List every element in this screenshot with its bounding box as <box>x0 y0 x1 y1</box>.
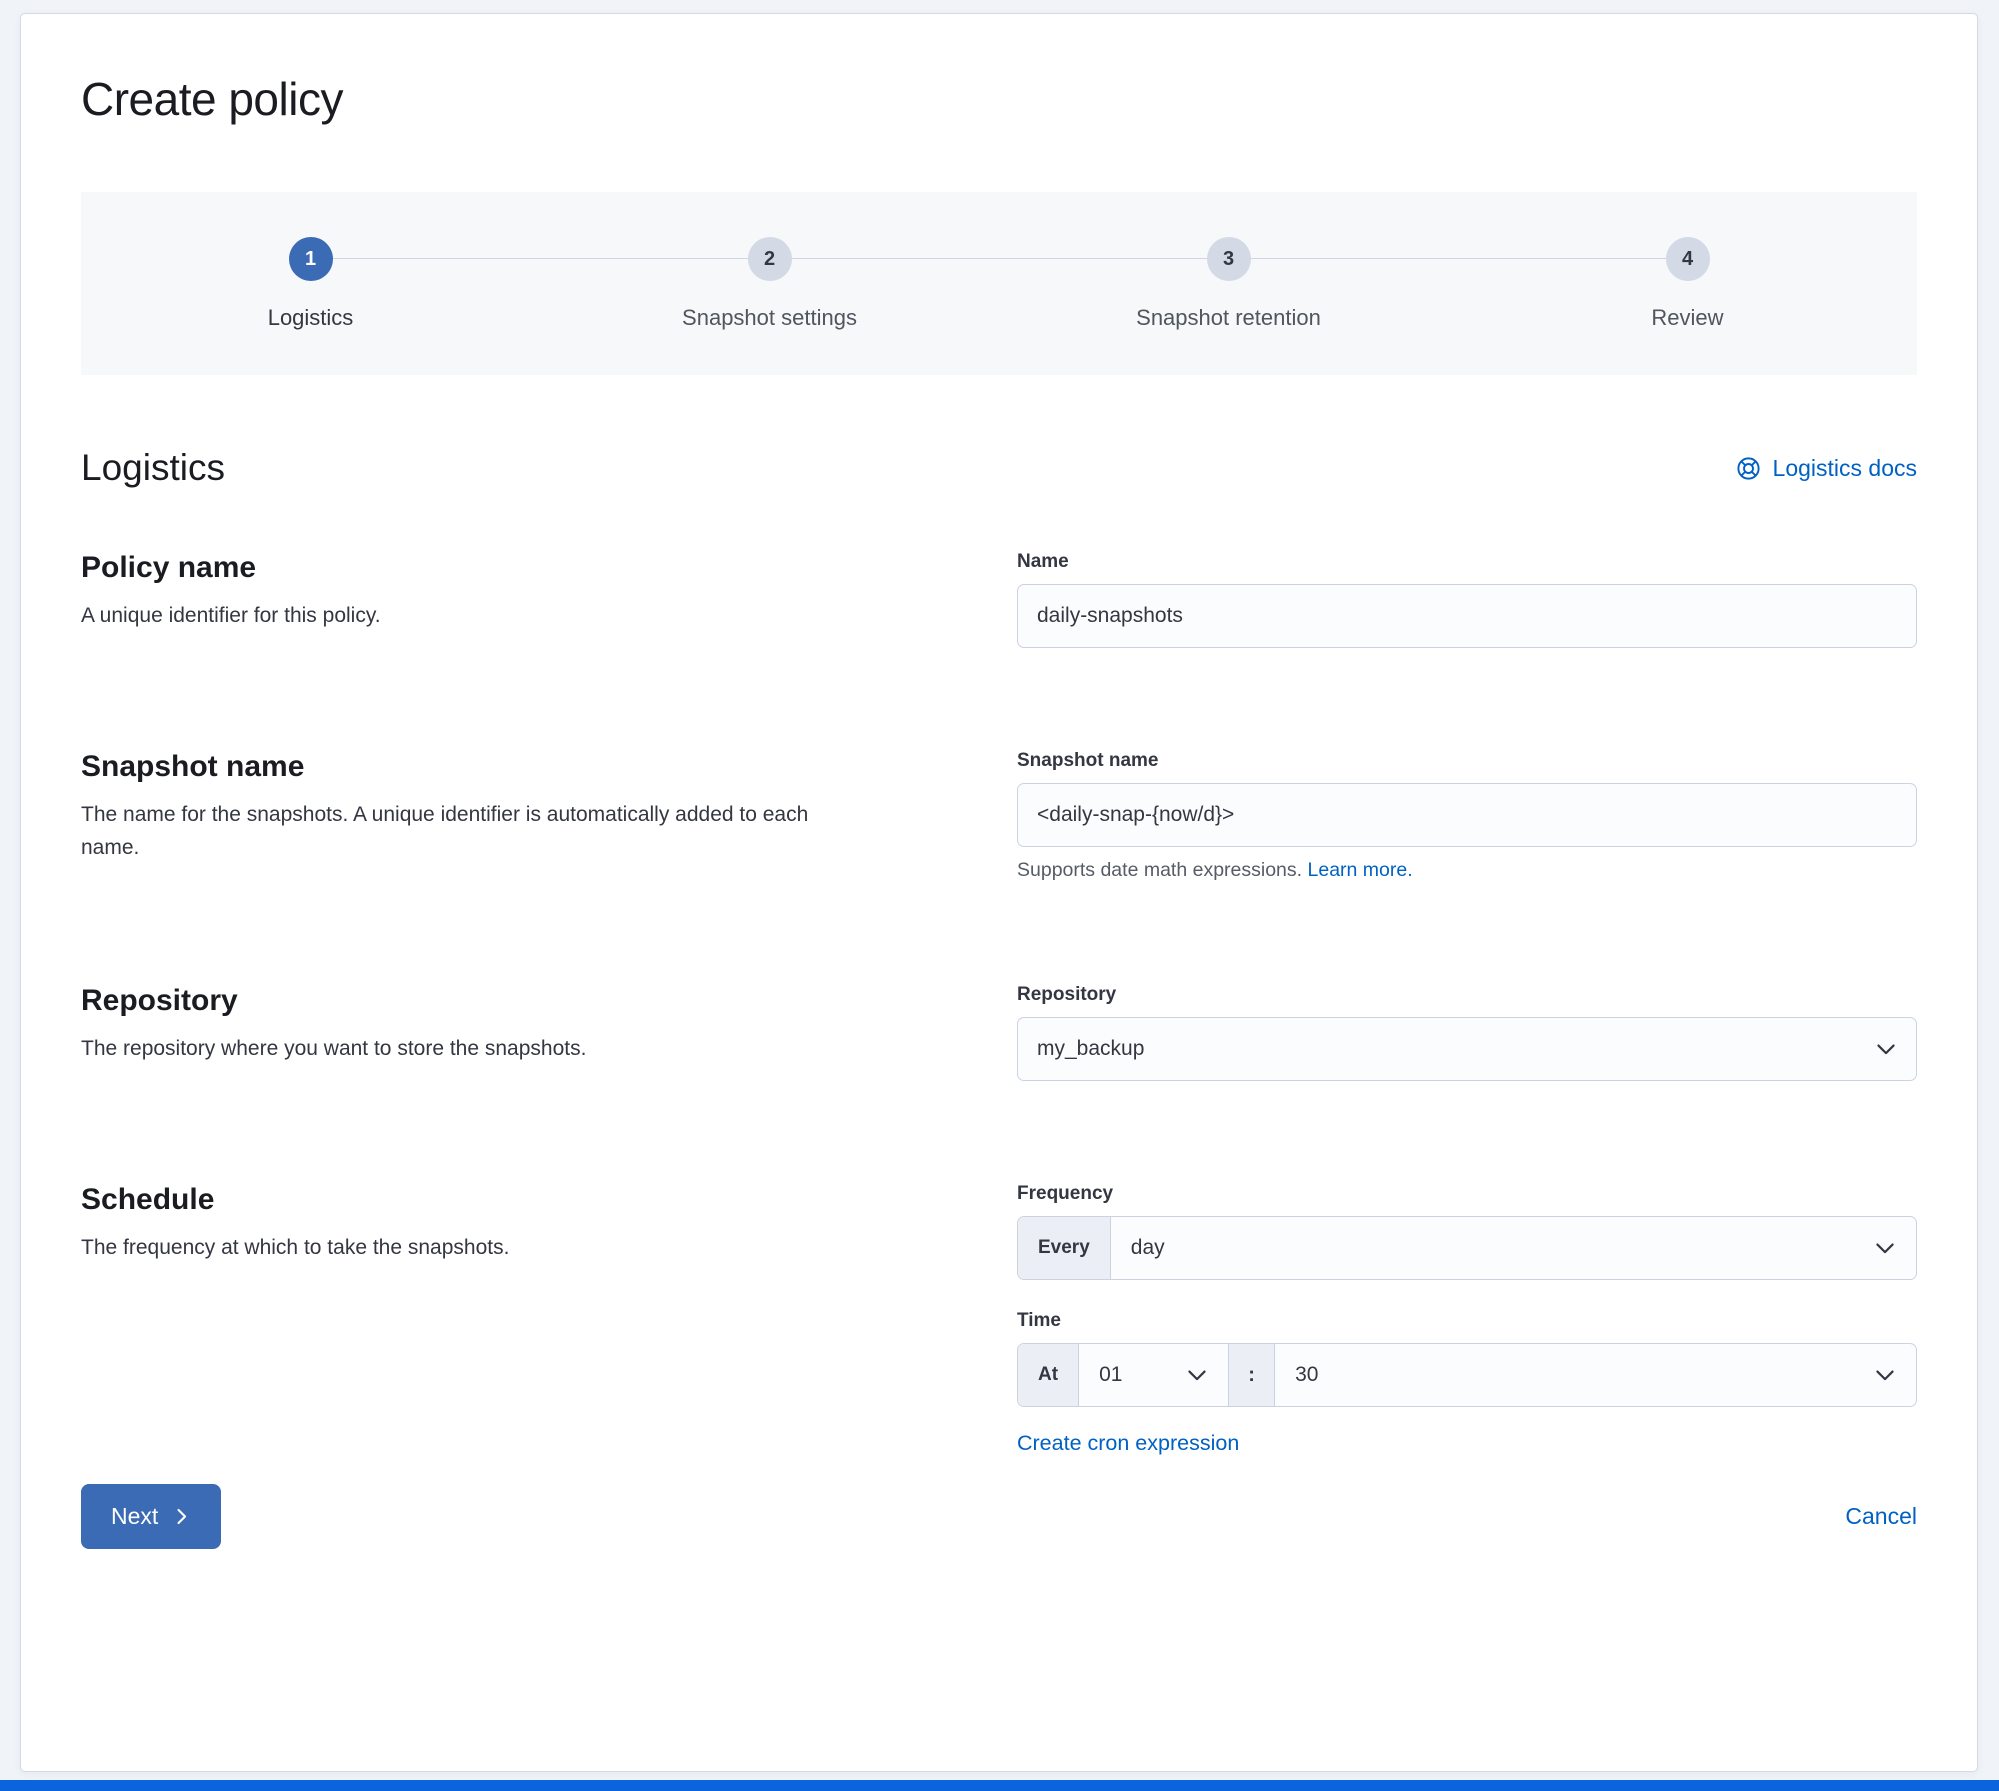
step-label: Logistics <box>267 305 354 330</box>
logistics-docs-link-label: Logistics docs <box>1772 454 1917 481</box>
schedule-field-group: Frequency Every day Time At 01: 30 Crea… <box>1017 1183 1917 1456</box>
policy-name-field-group: Name <box>1017 551 1917 648</box>
minute-select[interactable]: 30 <box>1275 1344 1916 1406</box>
repository-field-label: Repository <box>1017 984 1117 1005</box>
create-policy-card: Create policy 1 Logistics 2 Snapshot set… <box>20 13 1978 1772</box>
snapshot-name-help-text: Supports date math expressions. <box>1017 859 1308 881</box>
next-button-label: Next <box>111 1503 159 1529</box>
repository-select[interactable]: my_backup <box>1017 1017 1917 1081</box>
logistics-docs-link[interactable]: Logistics docs <box>1735 455 1917 482</box>
step-label: Review <box>1651 305 1724 330</box>
minute-select-value: 30 <box>1295 1363 1319 1386</box>
frequency-select-value: day <box>1130 1236 1165 1259</box>
time-field-label: Time <box>1017 1310 1062 1331</box>
repository-field-group: Repository my_backup <box>1017 984 1917 1081</box>
schedule-row: Schedule The frequency at which to take … <box>81 1183 1917 1456</box>
page-title: Create policy <box>81 73 343 125</box>
hour-select[interactable]: 01 <box>1079 1344 1230 1406</box>
step-snapshot-settings[interactable]: 2 Snapshot settings <box>540 192 999 375</box>
repository-row: Repository The repository where you want… <box>81 984 1917 1081</box>
bottom-accent-bar <box>0 1780 1999 1791</box>
schedule-description: The frequency at which to take the snaps… <box>81 1236 510 1259</box>
schedule-info: Schedule The frequency at which to take … <box>81 1183 827 1456</box>
section-header: Logistics Logistics docs <box>81 447 1917 489</box>
step-snapshot-retention[interactable]: 3 Snapshot retention <box>999 192 1458 375</box>
snapshot-name-row: Snapshot name The name for the snapshots… <box>81 750 1917 882</box>
learn-more-link[interactable]: Learn more. <box>1308 859 1413 881</box>
create-cron-expression-link[interactable]: Create cron expression <box>1017 1431 1239 1455</box>
frequency-prepend-label: Every <box>1018 1217 1111 1279</box>
policy-name-description: A unique identifier for this policy. <box>81 604 381 627</box>
step-number-badge: 4 <box>1665 237 1710 281</box>
chevron-right-icon <box>177 1508 187 1525</box>
repository-select-value: my_backup <box>1037 1037 1145 1060</box>
chevron-down-icon <box>1876 1243 1894 1254</box>
step-review[interactable]: 4 Review <box>1458 192 1917 375</box>
cancel-link[interactable]: Cancel <box>1845 1503 1917 1530</box>
help-icon <box>1736 456 1760 480</box>
frequency-select[interactable]: day <box>1111 1217 1916 1279</box>
snapshot-name-info: Snapshot name The name for the snapshots… <box>81 750 827 882</box>
step-logistics[interactable]: 1 Logistics <box>81 192 540 375</box>
step-number-badge: 1 <box>288 237 333 281</box>
frequency-control: Every day <box>1017 1216 1917 1280</box>
policy-name-row: Policy name A unique identifier for this… <box>81 551 1917 648</box>
hour-select-value: 01 <box>1099 1363 1123 1386</box>
snapshot-name-input[interactable] <box>1017 783 1917 847</box>
step-label: Snapshot settings <box>682 305 857 330</box>
step-number-badge: 3 <box>1206 237 1251 281</box>
repository-info: Repository The repository where you want… <box>81 984 827 1081</box>
snapshot-name-field-label: Snapshot name <box>1017 750 1159 771</box>
time-control: At 01 : 30 <box>1017 1343 1917 1407</box>
time-prepend-label: At <box>1018 1344 1080 1406</box>
cron-row: Create cron expression <box>1017 1431 1917 1456</box>
stepper: 1 Logistics 2 Snapshot settings 3 Snapsh… <box>81 192 1917 375</box>
snapshot-name-heading: Snapshot name <box>81 750 305 783</box>
form-footer: Next Cancel <box>81 1484 1917 1549</box>
name-field-label: Name <box>1017 551 1069 572</box>
snapshot-name-description: The name for the snapshots. A unique ide… <box>81 803 809 859</box>
policy-name-heading: Policy name <box>81 551 257 584</box>
step-label: Snapshot retention <box>1136 305 1321 330</box>
chevron-down-icon <box>1188 1370 1206 1381</box>
policy-name-info: Policy name A unique identifier for this… <box>81 551 827 648</box>
section-title: Logistics <box>81 447 225 488</box>
step-number-badge: 2 <box>747 237 792 281</box>
snapshot-name-help: Supports date math expressions. Learn mo… <box>1017 859 1917 882</box>
time-separator: : <box>1229 1344 1276 1406</box>
next-button[interactable]: Next <box>81 1484 222 1549</box>
logistics-form: Policy name A unique identifier for this… <box>81 551 1917 1456</box>
frequency-field-label: Frequency <box>1017 1183 1114 1204</box>
chevron-down-icon <box>1876 1370 1894 1381</box>
snapshot-name-field-group: Snapshot name Supports date math express… <box>1017 750 1917 882</box>
repository-description: The repository where you want to store t… <box>81 1037 587 1060</box>
policy-name-input[interactable] <box>1017 584 1917 648</box>
repository-heading: Repository <box>81 984 238 1017</box>
chevron-down-icon <box>1877 1044 1895 1055</box>
schedule-heading: Schedule <box>81 1183 215 1216</box>
create-policy-page: Create policy 1 Logistics 2 Snapshot set… <box>0 0 1999 1791</box>
